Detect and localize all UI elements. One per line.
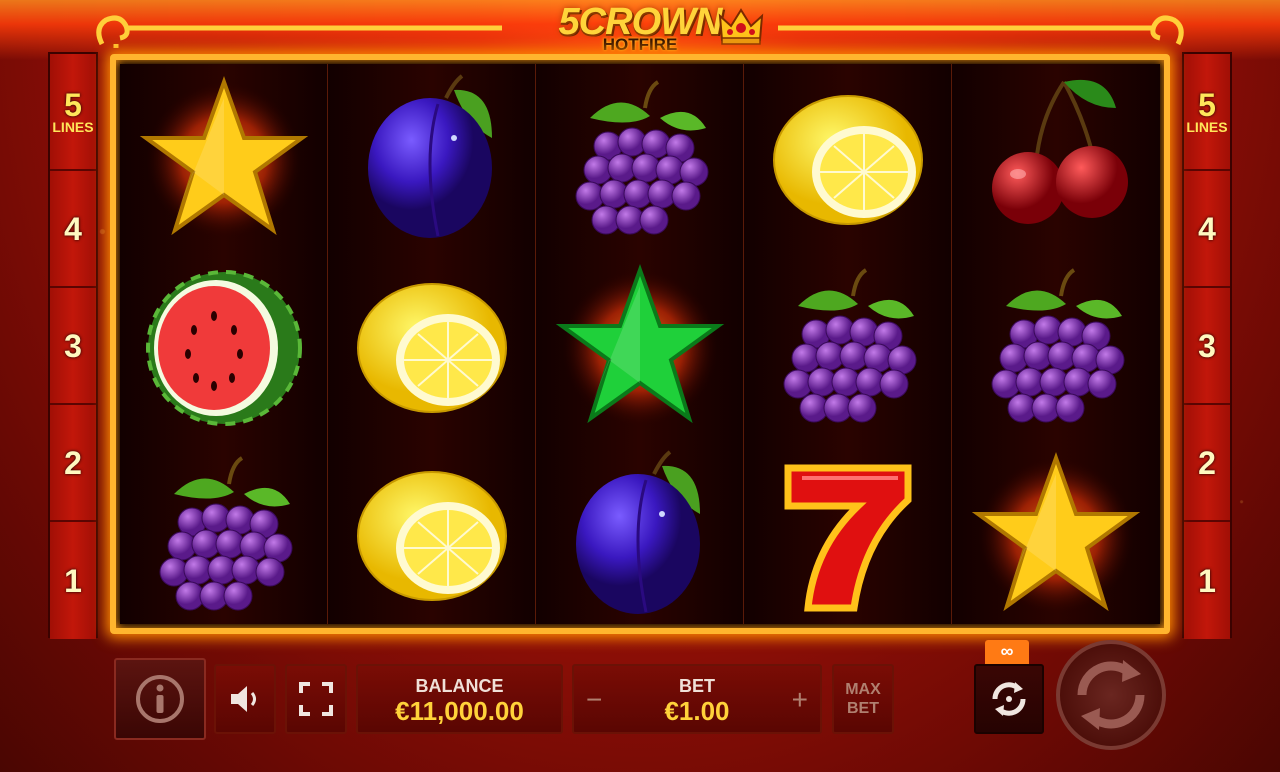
lines-panel-left: 5 LINES 4 3 2 1 bbox=[48, 52, 98, 639]
line-number: 3 bbox=[1198, 327, 1216, 364]
line-indicator-5[interactable]: 5 LINES bbox=[50, 54, 96, 171]
line-indicator-3[interactable]: 3 bbox=[50, 288, 96, 405]
bet-label: BET bbox=[679, 676, 715, 696]
gold-star-icon bbox=[139, 76, 309, 238]
line-number: 4 bbox=[64, 210, 82, 247]
spin-button[interactable] bbox=[1056, 640, 1166, 750]
line-number: 4 bbox=[1198, 210, 1216, 247]
reel-2 bbox=[328, 64, 536, 624]
grapes-icon bbox=[575, 80, 709, 235]
reel-symbol bbox=[952, 64, 1160, 252]
grapes-icon bbox=[159, 456, 293, 611]
line-indicator-5[interactable]: 5 LINES bbox=[1184, 54, 1230, 171]
reel-4 bbox=[744, 64, 952, 624]
info-icon bbox=[136, 675, 184, 723]
lemon-icon bbox=[357, 283, 507, 413]
max-bet-label-1: MAX bbox=[845, 681, 881, 698]
bet-decrease-button[interactable]: − bbox=[586, 684, 602, 716]
line-indicator-4[interactable]: 4 bbox=[1184, 171, 1230, 288]
line-label: LINES bbox=[1186, 118, 1228, 135]
reel-symbol bbox=[744, 64, 952, 252]
line-indicator-1[interactable]: 1 bbox=[1184, 522, 1230, 639]
grapes-icon bbox=[783, 268, 917, 423]
autoplay-count-tag: ∞ bbox=[985, 640, 1029, 664]
reel-5 bbox=[952, 64, 1160, 624]
reel-1 bbox=[120, 64, 328, 624]
reel-symbol bbox=[120, 64, 328, 252]
left-ornament bbox=[96, 15, 502, 48]
line-number: 3 bbox=[64, 327, 82, 364]
fullscreen-icon bbox=[299, 682, 333, 716]
line-indicator-1[interactable]: 1 bbox=[50, 522, 96, 639]
balance-label: BALANCE bbox=[415, 676, 504, 696]
balance-value: €11,000.00 bbox=[395, 696, 524, 726]
reel-symbol bbox=[120, 440, 328, 628]
reel-symbol bbox=[744, 252, 952, 440]
cherry-icon bbox=[992, 79, 1128, 224]
reel-symbol bbox=[536, 252, 744, 440]
line-number: 5 bbox=[64, 86, 82, 123]
reel-symbol bbox=[120, 252, 328, 440]
line-number: 1 bbox=[1198, 562, 1216, 599]
bet-value: €1.00 bbox=[664, 696, 730, 726]
reel-symbol bbox=[328, 252, 536, 440]
autoplay-icon bbox=[992, 682, 1026, 716]
reel-symbol bbox=[536, 440, 744, 628]
sound-button[interactable] bbox=[214, 664, 276, 734]
line-indicator-4[interactable]: 4 bbox=[50, 171, 96, 288]
watermelon-icon bbox=[146, 270, 302, 426]
line-number: 2 bbox=[64, 444, 82, 481]
reel-symbol bbox=[328, 64, 536, 252]
crown-icon bbox=[718, 8, 764, 45]
lemon-icon bbox=[357, 471, 507, 601]
plum-icon bbox=[576, 450, 700, 614]
line-number: 1 bbox=[64, 562, 82, 599]
speaker-icon bbox=[231, 686, 256, 712]
lemon-icon bbox=[773, 95, 923, 225]
reel-frame bbox=[110, 54, 1170, 634]
max-bet-label-2: BET bbox=[847, 700, 879, 717]
line-label: LINES bbox=[52, 118, 94, 135]
line-indicator-2[interactable]: 2 bbox=[50, 405, 96, 522]
line-number: 2 bbox=[1198, 444, 1216, 481]
balance-display: BALANCE €11,000.00 bbox=[356, 664, 563, 734]
autoplay-button[interactable] bbox=[974, 664, 1044, 734]
bet-display: − BET €1.00 + bbox=[572, 664, 822, 734]
plum-icon bbox=[368, 74, 492, 238]
reel-symbol bbox=[328, 440, 536, 628]
reel-symbol bbox=[952, 440, 1160, 628]
right-ornament bbox=[778, 15, 1184, 46]
seven-icon bbox=[784, 464, 912, 612]
reel-symbol bbox=[536, 64, 744, 252]
reel-symbol bbox=[952, 252, 1160, 440]
grapes-icon bbox=[991, 268, 1125, 423]
gold-star-icon bbox=[971, 452, 1141, 614]
spin-icon bbox=[1077, 660, 1145, 730]
line-indicator-2[interactable]: 2 bbox=[1184, 405, 1230, 522]
fullscreen-button[interactable] bbox=[285, 664, 347, 734]
line-number: 5 bbox=[1198, 86, 1216, 123]
green-star-icon bbox=[555, 264, 725, 426]
max-bet-button[interactable]: MAX BET bbox=[832, 664, 894, 734]
info-button[interactable] bbox=[114, 658, 206, 740]
bet-increase-button[interactable]: + bbox=[792, 684, 808, 716]
reels bbox=[120, 64, 1160, 624]
line-indicator-3[interactable]: 3 bbox=[1184, 288, 1230, 405]
reel-symbol bbox=[744, 440, 952, 628]
lines-panel-right: 5 LINES 4 3 2 1 bbox=[1182, 52, 1232, 639]
reel-3 bbox=[536, 64, 744, 624]
